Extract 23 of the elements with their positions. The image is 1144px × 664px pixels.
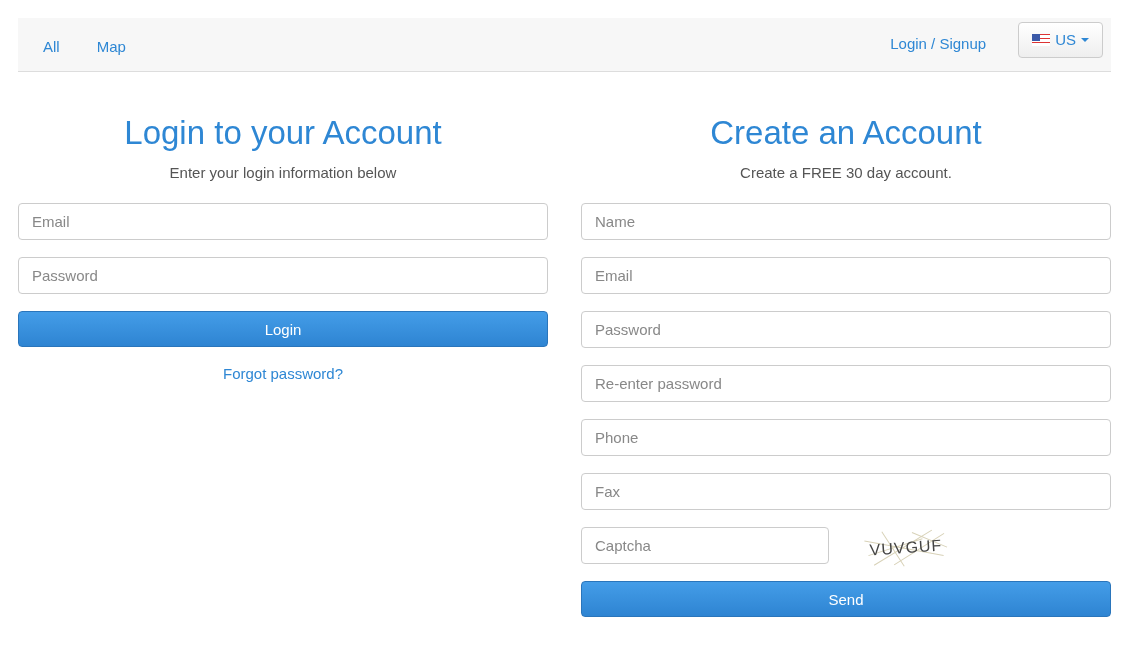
input-field[interactable]: Name: [581, 203, 1111, 240]
captcha-field[interactable]: Captcha: [581, 527, 829, 564]
nav-link[interactable]: All: [43, 38, 60, 55]
captcha-image: VUVGUF: [861, 525, 951, 571]
signup-title: Create an Account: [709, 114, 983, 152]
login-signup-link[interactable]: Login / Signup: [890, 35, 987, 52]
input-field[interactable]: Password: [18, 257, 548, 294]
input-field[interactable]: Fax: [581, 473, 1111, 510]
nav-link[interactable]: Map: [96, 38, 126, 55]
forgot-password-link[interactable]: Forgot password?: [222, 365, 344, 382]
input-field[interactable]: Phone: [581, 419, 1111, 456]
login-title: Login to your Account: [123, 114, 443, 152]
caret-icon: [1081, 37, 1089, 42]
language-button[interactable]: US: [1018, 21, 1103, 58]
signup-subtitle: Create a FREE 30 day account.: [739, 164, 953, 181]
input-field[interactable]: Re-enter password: [581, 365, 1111, 402]
login-button[interactable]: Login: [18, 311, 548, 347]
flag-icon: [1032, 33, 1051, 46]
send-button[interactable]: Send: [581, 581, 1111, 617]
input-field[interactable]: Email: [18, 203, 548, 240]
input-field[interactable]: Email: [581, 257, 1111, 294]
input-field[interactable]: Password: [581, 311, 1111, 348]
login-subtitle: Enter your login information below: [168, 164, 398, 181]
